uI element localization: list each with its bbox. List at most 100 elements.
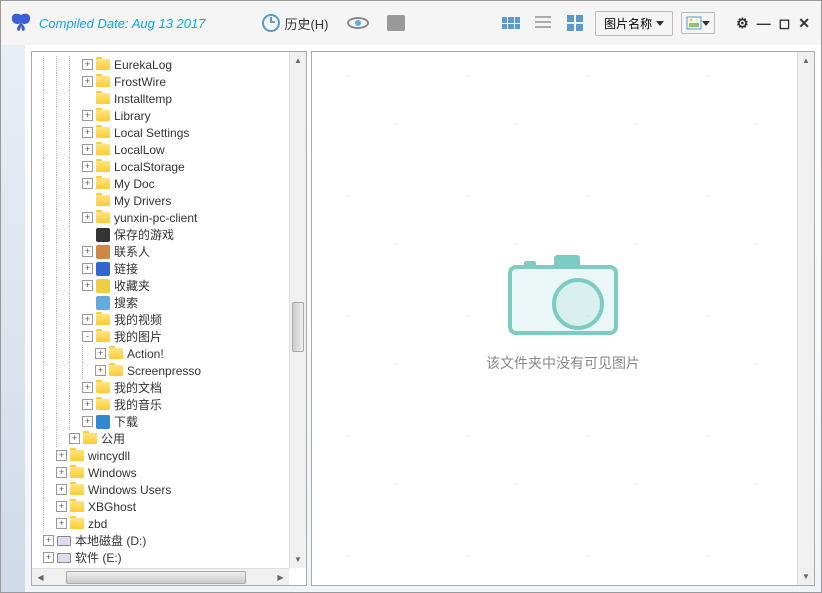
preview-v-scrollbar[interactable]: ▲ ▼ bbox=[797, 52, 814, 585]
tree-item[interactable]: +我的音乐 bbox=[32, 396, 306, 413]
expand-toggle[interactable]: + bbox=[82, 416, 93, 427]
camera-icon bbox=[508, 265, 618, 335]
expand-toggle[interactable]: + bbox=[56, 450, 67, 461]
folder-icon bbox=[96, 127, 110, 138]
scroll-down-icon[interactable]: ▼ bbox=[798, 568, 814, 585]
expand-toggle[interactable]: + bbox=[95, 365, 106, 376]
expand-toggle[interactable]: + bbox=[82, 382, 93, 393]
tree-scroll-area[interactable]: +EurekaLog+FrostWireInstalltemp+Library+… bbox=[32, 52, 306, 585]
scroll-up-icon[interactable]: ▲ bbox=[290, 52, 306, 69]
expand-toggle[interactable]: + bbox=[56, 484, 67, 495]
tree-item[interactable]: +我的视频 bbox=[32, 311, 306, 328]
tree-item[interactable]: Installtemp bbox=[32, 90, 306, 107]
app-logo-icon bbox=[9, 11, 33, 35]
expand-toggle[interactable]: + bbox=[82, 76, 93, 87]
tree-item[interactable]: +软件 (E:) bbox=[32, 549, 306, 566]
expand-toggle[interactable]: + bbox=[82, 246, 93, 257]
tree-item[interactable]: 保存的游戏 bbox=[32, 226, 306, 243]
expand-toggle[interactable]: + bbox=[82, 178, 93, 189]
tree-item[interactable]: + 收藏夹 bbox=[32, 277, 306, 294]
expand-toggle[interactable]: + bbox=[56, 518, 67, 529]
chevron-down-icon bbox=[656, 21, 664, 26]
view-list-button[interactable] bbox=[531, 12, 555, 34]
tree-item-label: LocalStorage bbox=[114, 160, 185, 174]
scroll-right-icon[interactable]: ▶ bbox=[272, 569, 289, 586]
folder-icon bbox=[96, 76, 110, 87]
expand-toggle[interactable]: + bbox=[82, 399, 93, 410]
tree-item[interactable]: +链接 bbox=[32, 260, 306, 277]
tree-item[interactable]: + LocalLow bbox=[32, 141, 306, 158]
tree-v-scrollbar[interactable]: ▲ ▼ bbox=[289, 52, 306, 568]
expand-toggle[interactable]: + bbox=[82, 59, 93, 70]
tree-item[interactable]: + Windows bbox=[32, 464, 306, 481]
close-button[interactable]: ✕ bbox=[795, 15, 813, 32]
tree-item[interactable]: +zbd bbox=[32, 515, 306, 532]
tree-item[interactable]: +Local Settings bbox=[32, 124, 306, 141]
compiled-date-label: Compiled Date: Aug 13 2017 bbox=[39, 16, 205, 31]
expand-toggle[interactable]: + bbox=[95, 348, 106, 359]
tree-item[interactable]: +下载 bbox=[32, 413, 306, 430]
tree-item[interactable]: My Drivers bbox=[32, 192, 306, 209]
scroll-thumb[interactable] bbox=[292, 302, 304, 352]
expand-toggle[interactable]: + bbox=[43, 552, 54, 563]
expand-toggle[interactable]: + bbox=[82, 144, 93, 155]
expand-toggle[interactable]: + bbox=[82, 280, 93, 291]
tree-item[interactable]: +Library bbox=[32, 107, 306, 124]
tree-item-label: LocalLow bbox=[114, 143, 165, 157]
special-folder-icon bbox=[96, 296, 110, 310]
minimize-button[interactable]: — bbox=[754, 15, 774, 32]
tree-item[interactable]: +本地磁盘 (D:) bbox=[32, 532, 306, 549]
scroll-up-icon[interactable]: ▲ bbox=[798, 52, 814, 69]
scroll-left-icon[interactable]: ◀ bbox=[32, 569, 49, 586]
tree-item[interactable]: +My Doc bbox=[32, 175, 306, 192]
preview-eye-button[interactable] bbox=[340, 12, 376, 34]
expand-toggle[interactable]: + bbox=[82, 314, 93, 325]
folder-icon bbox=[70, 501, 84, 512]
expand-toggle[interactable]: + bbox=[82, 161, 93, 172]
expand-toggle[interactable]: + bbox=[43, 535, 54, 546]
scroll-down-icon[interactable]: ▼ bbox=[290, 551, 306, 568]
film-icon bbox=[387, 15, 405, 31]
tree-item[interactable]: +我的文档 bbox=[32, 379, 306, 396]
tree-item[interactable]: +wincydll bbox=[32, 447, 306, 464]
tree-item-label: 收藏夹 bbox=[114, 277, 150, 294]
expand-toggle[interactable]: + bbox=[56, 467, 67, 478]
history-button[interactable]: 历史(H) bbox=[255, 9, 335, 38]
expand-toggle[interactable]: + bbox=[56, 501, 67, 512]
image-mode-icon bbox=[686, 16, 702, 30]
tree-item[interactable]: +联系人 bbox=[32, 243, 306, 260]
expand-toggle[interactable]: + bbox=[82, 263, 93, 274]
sort-dropdown[interactable]: 图片名称 bbox=[595, 11, 673, 36]
special-folder-icon bbox=[96, 245, 110, 259]
slideshow-button[interactable] bbox=[380, 10, 412, 36]
view-grid6-button[interactable] bbox=[499, 12, 523, 34]
body: +EurekaLog+FrostWireInstalltemp+Library+… bbox=[1, 45, 821, 592]
tree-item[interactable]: +Screenpresso bbox=[32, 362, 306, 379]
tree-item[interactable]: -我的图片 bbox=[32, 328, 306, 345]
tree-item[interactable]: +EurekaLog bbox=[32, 56, 306, 73]
tree-item[interactable]: +yunxin-pc-client bbox=[32, 209, 306, 226]
drive-icon bbox=[57, 553, 71, 563]
preview-pane: 该文件夹中没有可见图片 ▲ ▼ bbox=[311, 51, 815, 586]
scroll-thumb[interactable] bbox=[66, 571, 246, 584]
expand-toggle[interactable]: - bbox=[82, 331, 93, 342]
tree-item-label: Windows bbox=[88, 466, 137, 480]
tree-item[interactable]: +FrostWire bbox=[32, 73, 306, 90]
tree-item[interactable]: +公用 bbox=[32, 430, 306, 447]
view-grid4-button[interactable] bbox=[563, 12, 587, 34]
folder-icon bbox=[96, 93, 110, 104]
maximize-button[interactable]: ◻ bbox=[776, 15, 794, 32]
expand-toggle[interactable]: + bbox=[69, 433, 80, 444]
tree-item[interactable]: +Windows Users bbox=[32, 481, 306, 498]
expand-toggle[interactable]: + bbox=[82, 212, 93, 223]
expand-toggle[interactable]: + bbox=[82, 127, 93, 138]
tree-item[interactable]: 搜索 bbox=[32, 294, 306, 311]
tree-h-scrollbar[interactable]: ◀ ▶ bbox=[32, 568, 289, 585]
tree-item[interactable]: +XBGhost bbox=[32, 498, 306, 515]
settings-icon[interactable]: ⚙ bbox=[733, 15, 752, 32]
display-mode-button[interactable] bbox=[681, 12, 715, 34]
folder-icon bbox=[96, 161, 110, 172]
tree-item[interactable]: +Action! bbox=[32, 345, 306, 362]
tree-item[interactable]: + LocalStorage bbox=[32, 158, 306, 175]
expand-toggle[interactable]: + bbox=[82, 110, 93, 121]
